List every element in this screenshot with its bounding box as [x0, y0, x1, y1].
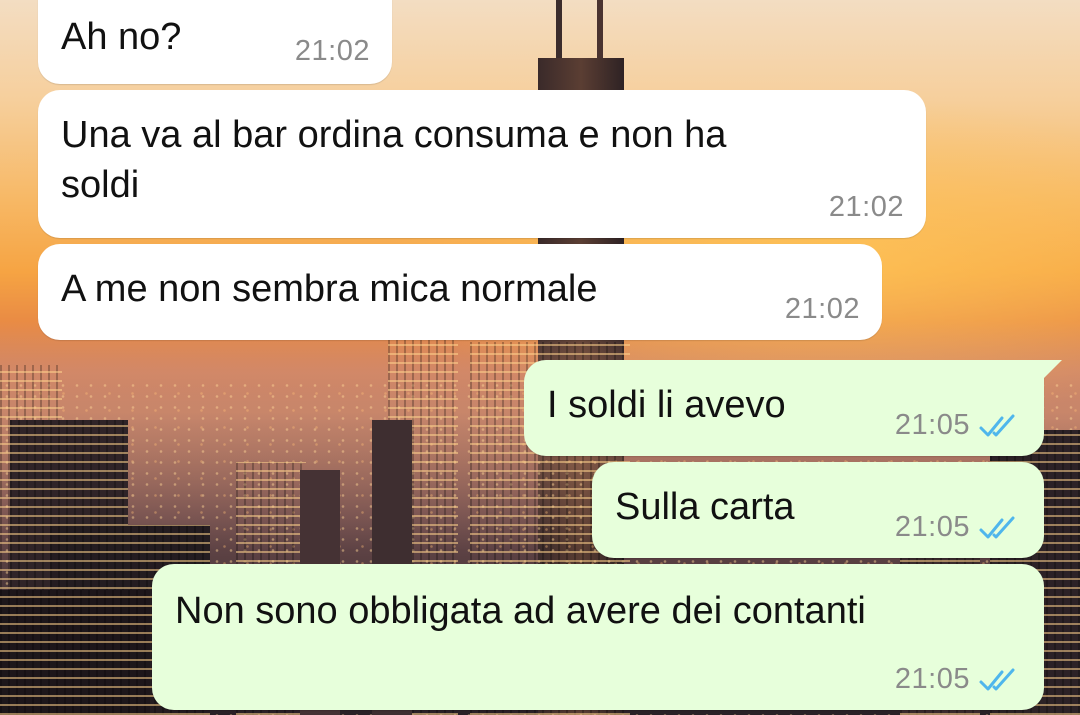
message-text: Una va al bar ordina consuma e non ha so…: [61, 114, 727, 206]
message-meta: 21:02: [295, 35, 370, 68]
message-bubble-outgoing[interactable]: Sulla carta 21:05: [592, 462, 1044, 558]
message-time: 21:02: [828, 191, 904, 223]
message-text: Sulla carta: [615, 486, 795, 528]
message-list[interactable]: Ah no? 21:02 Una va al bar ordina consum…: [0, 0, 1080, 715]
message-text: A me non sembra mica normale: [61, 268, 598, 310]
double-check-icon: [979, 668, 1015, 690]
message-bubble-outgoing[interactable]: Non sono obbligata ad avere dei contanti…: [152, 564, 1044, 710]
message-bubble-incoming[interactable]: A me non sembra mica normale 21:02: [38, 244, 882, 340]
message-time: 21:05: [894, 511, 970, 543]
message-bubble-incoming[interactable]: Una va al bar ordina consuma e non ha so…: [38, 90, 926, 238]
message-text: Ah no?: [61, 16, 182, 58]
message-time: 21:05: [894, 663, 970, 695]
message-meta: 21:02: [829, 191, 904, 224]
message-meta: 21:05: [895, 511, 1022, 544]
message-meta: 21:02: [785, 293, 860, 326]
double-check-icon: [979, 516, 1015, 538]
bubble-tail: [1038, 360, 1062, 384]
message-bubble-outgoing[interactable]: I soldi li avevo 21:05: [524, 360, 1062, 456]
message-time: 21:05: [894, 409, 970, 441]
message-meta: 21:05: [895, 409, 1022, 442]
message-meta: 21:05: [895, 663, 1022, 696]
message-text: Non sono obbligata ad avere dei contanti: [175, 590, 866, 632]
message-time: 21:02: [294, 35, 370, 67]
message-bubble-incoming[interactable]: Ah no? 21:02: [38, 0, 392, 84]
message-text: I soldi li avevo: [547, 384, 786, 426]
double-check-icon: [979, 414, 1015, 436]
message-time: 21:02: [784, 293, 860, 325]
